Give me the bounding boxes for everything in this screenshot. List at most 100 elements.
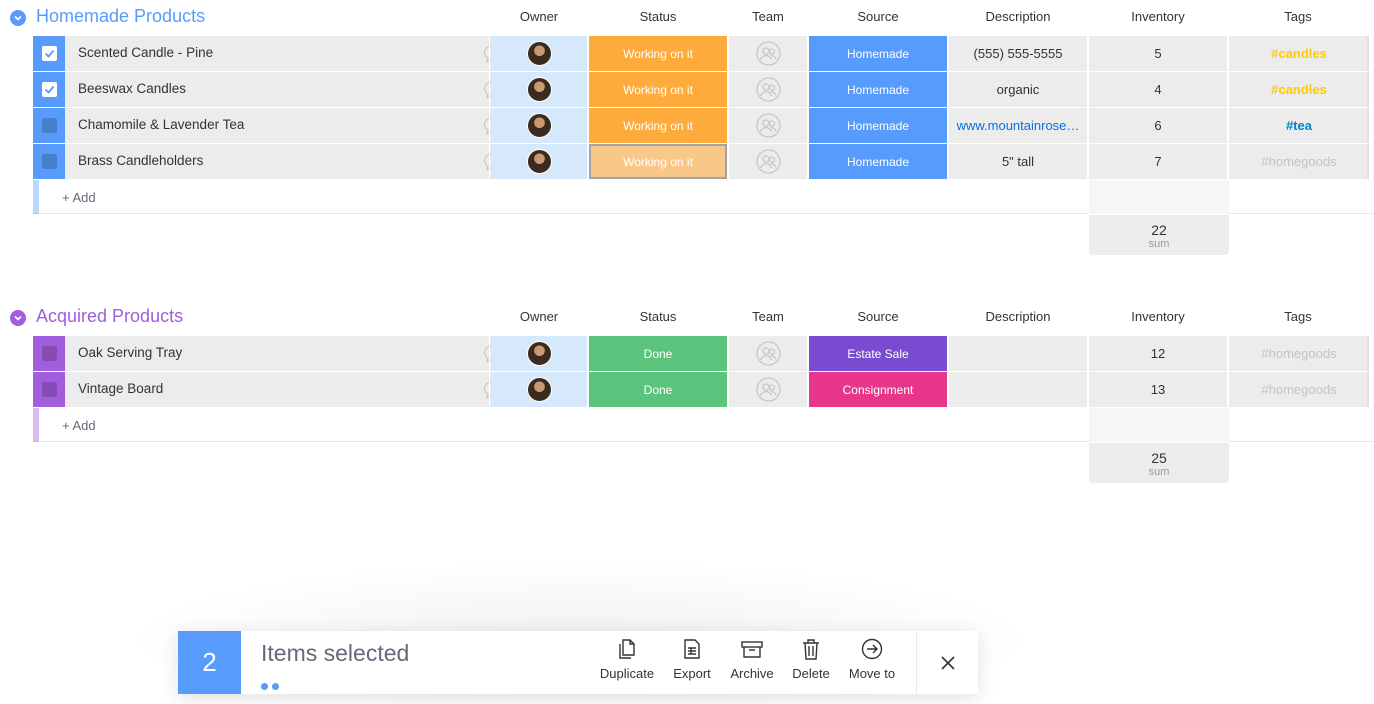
item-name-cell[interactable]: Beeswax Candles4: [65, 72, 507, 107]
inventory-value: 12: [1150, 346, 1166, 361]
status-cell[interactable]: Done: [589, 336, 727, 371]
row-checkbox[interactable]: [41, 46, 57, 61]
status-cell[interactable]: Working on it: [589, 72, 727, 107]
source-cell[interactable]: Estate Sale: [809, 336, 947, 371]
status-label: Working on it: [623, 82, 693, 97]
team-cell[interactable]: [729, 108, 807, 143]
inventory-value: 4: [1154, 82, 1162, 97]
cell-divider: [948, 336, 949, 371]
owner-cell[interactable]: [491, 72, 587, 107]
source-cell[interactable]: Consignment: [809, 372, 947, 407]
owner-cell[interactable]: [491, 108, 587, 143]
close-icon: [940, 655, 955, 670]
inventory-cell[interactable]: 12: [1089, 336, 1227, 371]
row-checkbox[interactable]: [41, 346, 57, 361]
tags-cell[interactable]: #homegoods: [1229, 336, 1369, 371]
group-title[interactable]: Acquired Products: [36, 305, 183, 327]
source-cell[interactable]: Homemade: [809, 36, 947, 71]
duplicate-button[interactable]: Duplicate: [592, 638, 662, 681]
team-cell[interactable]: [729, 372, 807, 407]
table-row[interactable]: Oak Serving Tray Done Estate Sale 12 #homego…: [33, 336, 1374, 371]
item-name-cell[interactable]: Brass Candleholders: [65, 144, 507, 179]
add-item-label[interactable]: + Add: [62, 418, 96, 433]
tags-cell[interactable]: #candles: [1229, 36, 1369, 71]
table-row[interactable]: Vintage Board Done Consignment 13 #homegoods: [33, 372, 1374, 407]
cell-divider: [489, 144, 490, 179]
team-cell[interactable]: [729, 36, 807, 71]
tags-cell[interactable]: #candles: [1229, 72, 1369, 107]
column-header-team[interactable]: Team: [718, 9, 818, 24]
inventory-cell[interactable]: 4: [1089, 72, 1227, 107]
description-cell[interactable]: www.mountainrose…: [949, 108, 1087, 143]
column-edge: [1367, 108, 1369, 143]
column-header-status[interactable]: Status: [608, 9, 708, 24]
add-item-row[interactable]: + Add: [33, 180, 1374, 214]
column-header-status[interactable]: Status: [608, 309, 708, 324]
collapse-group-button[interactable]: [10, 310, 26, 326]
collapse-group-button[interactable]: [10, 10, 26, 26]
column-header-inventory[interactable]: Inventory: [1108, 9, 1208, 24]
move-to-button[interactable]: Move to: [837, 638, 907, 681]
inventory-cell[interactable]: 7: [1089, 144, 1227, 179]
source-cell[interactable]: Homemade: [809, 72, 947, 107]
add-item-label[interactable]: + Add: [62, 190, 96, 205]
status-cell[interactable]: Working on it: [589, 36, 727, 71]
team-cell[interactable]: [729, 72, 807, 107]
status-cell[interactable]: Working on it: [589, 108, 727, 143]
item-name-cell[interactable]: Oak Serving Tray: [65, 336, 507, 371]
description-text: organic: [996, 82, 1040, 97]
row-checkbox[interactable]: [41, 82, 57, 97]
source-cell[interactable]: Homemade: [809, 144, 947, 179]
team-cell[interactable]: [729, 336, 807, 371]
add-row-color-bar: [33, 180, 39, 214]
description-cell[interactable]: organic: [949, 72, 1087, 107]
row-checkbox[interactable]: [41, 118, 57, 133]
description-cell[interactable]: (555) 555-5555: [949, 36, 1087, 71]
cell-divider: [489, 36, 490, 71]
table-row[interactable]: Beeswax Candles4 Working on it Homemade org…: [33, 72, 1374, 107]
description-cell[interactable]: [949, 372, 1087, 407]
description-cell[interactable]: 5" tall: [949, 144, 1087, 179]
column-header-owner[interactable]: Owner: [489, 9, 589, 24]
owner-cell[interactable]: [491, 144, 587, 179]
column-header-description[interactable]: Description: [968, 309, 1068, 324]
status-cell[interactable]: Done: [589, 372, 727, 407]
delete-button[interactable]: Delete: [776, 638, 846, 681]
owner-cell[interactable]: [491, 336, 587, 371]
table-row[interactable]: Scented Candle - Pine1 Working on it Homem…: [33, 36, 1374, 71]
tags-cell[interactable]: #tea: [1229, 108, 1369, 143]
tags-cell[interactable]: #homegoods: [1229, 372, 1369, 407]
source-label: Homemade: [846, 154, 910, 169]
row-checkbox[interactable]: [41, 154, 57, 169]
item-name-cell[interactable]: Chamomile & Lavender Tea: [65, 108, 507, 143]
description-cell[interactable]: [949, 336, 1087, 371]
column-header-tags[interactable]: Tags: [1248, 9, 1348, 24]
column-header-description[interactable]: Description: [968, 9, 1068, 24]
cell-divider: [1228, 72, 1229, 107]
column-header-owner[interactable]: Owner: [489, 309, 589, 324]
row-checkbox[interactable]: [41, 382, 57, 397]
column-edge: [1367, 72, 1369, 107]
item-name-cell[interactable]: Scented Candle - Pine1: [65, 36, 507, 71]
column-header-source[interactable]: Source: [828, 9, 928, 24]
close-selection-button[interactable]: [916, 631, 978, 694]
table-row[interactable]: Chamomile & Lavender Tea Working on it Hom…: [33, 108, 1374, 143]
item-name-cell[interactable]: Vintage Board: [65, 372, 507, 407]
inventory-cell[interactable]: 6: [1089, 108, 1227, 143]
inventory-cell[interactable]: 13: [1089, 372, 1227, 407]
inventory-cell[interactable]: 5: [1089, 36, 1227, 71]
owner-cell[interactable]: [491, 36, 587, 71]
team-cell[interactable]: [729, 144, 807, 179]
table-row[interactable]: Brass Candleholders Working on it Homemade…: [33, 144, 1374, 179]
item-name: Brass Candleholders: [78, 153, 204, 168]
column-header-team[interactable]: Team: [718, 309, 818, 324]
group-title[interactable]: Homemade Products: [36, 5, 205, 27]
column-header-tags[interactable]: Tags: [1248, 309, 1348, 324]
owner-cell[interactable]: [491, 372, 587, 407]
column-header-inventory[interactable]: Inventory: [1108, 309, 1208, 324]
column-header-source[interactable]: Source: [828, 309, 928, 324]
source-cell[interactable]: Homemade: [809, 108, 947, 143]
status-cell[interactable]: Working on it: [589, 144, 727, 179]
add-item-row[interactable]: + Add: [33, 408, 1374, 442]
tags-cell[interactable]: #homegoods: [1229, 144, 1369, 179]
